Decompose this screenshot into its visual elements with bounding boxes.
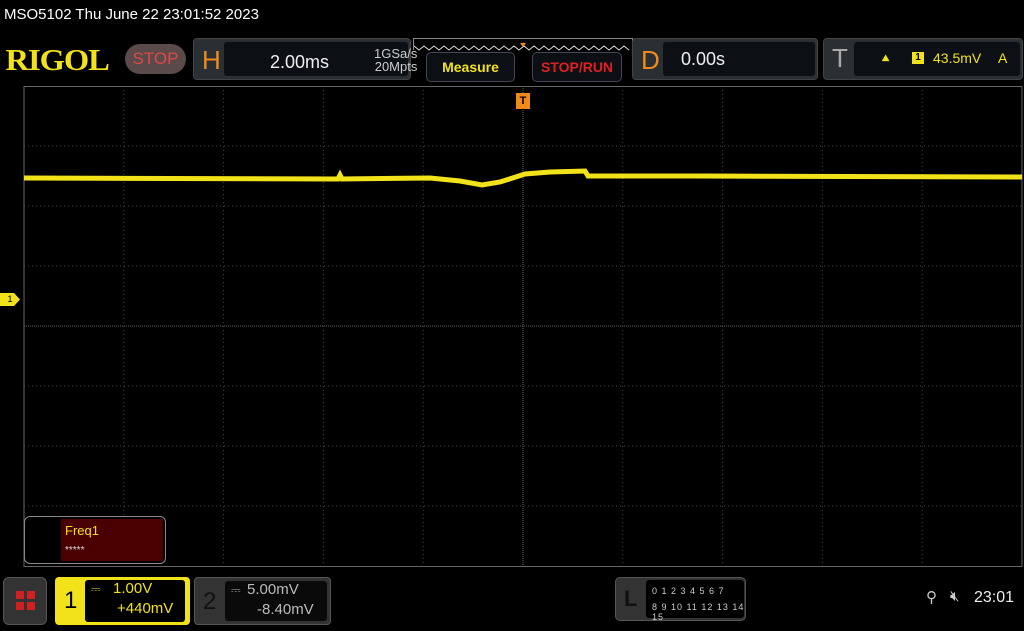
waveform-display[interactable] (0, 86, 1024, 568)
measurement-freq1[interactable]: Freq1 ***** (24, 516, 166, 564)
window-title: MSO5102 Thu June 22 23:01:52 2023 (4, 6, 259, 23)
menu-button[interactable] (3, 577, 47, 625)
channel-1-panel[interactable]: 1 ⎓ 1.00V +440mV (55, 577, 190, 625)
channel-1-number: 1 (64, 587, 78, 614)
memory-depth: 20Mpts (374, 59, 418, 74)
delay-inner: 0.00s (663, 42, 815, 76)
channel-2-number: 2 (203, 588, 217, 615)
trigger-mode: A (998, 50, 1008, 66)
delay-label: D (641, 45, 660, 75)
channel-1-scale: 1.00V (113, 580, 153, 597)
horizontal-panel[interactable]: H 2.00ms 1GSa/s 20Mpts (193, 38, 417, 80)
speaker-muted-icon[interactable]: 🔇︎ (950, 588, 959, 605)
channel-2-panel[interactable]: 2 ⎓ 5.00mV -8.40mV (194, 577, 331, 625)
measure-button[interactable]: Measure (426, 52, 515, 82)
logic-channels-row1: 0 1 2 3 4 5 6 7 (652, 586, 725, 596)
logic-label: L (624, 586, 638, 611)
stop-run-button[interactable]: STOP/RUN (532, 52, 622, 82)
graticule (24, 86, 1022, 566)
trigger-label: T (832, 43, 848, 73)
trigger-level: 43.5mV (933, 50, 982, 66)
delay-panel[interactable]: D 0.00s (632, 38, 818, 80)
grid-menu-icon (16, 591, 35, 610)
sample-info: 1GSa/s 20Mpts (374, 47, 417, 73)
horizontal-inner: 2.00ms 1GSa/s 20Mpts (224, 42, 417, 76)
memory-overview-bar (413, 38, 633, 51)
usb-icon: ⚲ (926, 589, 937, 606)
dc-coupling-icon: ⎓ (91, 582, 101, 596)
dc-coupling-icon: ⎓ (231, 583, 241, 597)
delay-value: 0.00s (681, 49, 726, 69)
measurement-name: Freq1 (65, 523, 99, 538)
logic-analyzer-panel[interactable]: L 0 1 2 3 4 5 6 7 8 9 10 11 12 13 14 15 (615, 577, 746, 622)
trigger-source: 1 (912, 52, 924, 64)
logic-channels-row2: 8 9 10 11 12 13 14 15 (652, 602, 745, 622)
rising-edge-icon: ⯅ (880, 50, 892, 66)
channel-2-offset: -8.40mV (257, 601, 314, 618)
channel-1-offset: +440mV (117, 600, 174, 617)
measurement-value: ***** (65, 545, 85, 556)
run-state-badge[interactable]: STOP (125, 44, 186, 74)
horizontal-label: H (202, 45, 221, 75)
trigger-position-marker[interactable]: T (516, 93, 530, 109)
clock: 23:01 (974, 589, 1015, 606)
timebase-value: 2.00ms (270, 52, 330, 72)
channel-2-scale: 5.00mV (247, 581, 299, 598)
rigol-logo: RIGOL (5, 42, 110, 77)
waveform-overview-icon (413, 43, 630, 51)
